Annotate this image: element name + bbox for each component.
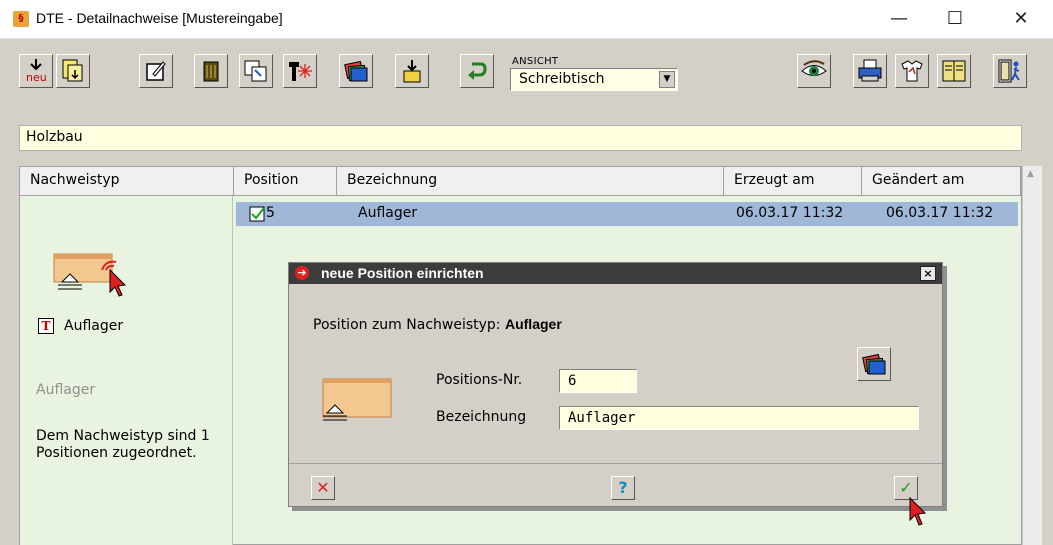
dialog-prompt: Position zum Nachweistyp: Auflager: [313, 316, 562, 333]
import-icon: [62, 59, 83, 82]
import-button[interactable]: [56, 54, 90, 88]
manual-button[interactable]: [937, 54, 971, 88]
window-title: DTE - Detailnachweise [Mustereingabe]: [36, 10, 283, 26]
ansicht-label: ANSICHT: [512, 56, 559, 67]
app-icon: §: [13, 11, 29, 27]
close-window-button[interactable]: ✕: [1010, 8, 1032, 30]
header-position[interactable]: Position: [234, 167, 337, 196]
category-bar[interactable]: Holzbau: [19, 125, 1022, 151]
edit-icon: [146, 61, 166, 81]
header-geaendert[interactable]: Geändert am: [862, 167, 1021, 196]
row-geaendert: 06.03.17 11:32: [886, 205, 994, 221]
delete-button[interactable]: [194, 54, 228, 88]
header-bezeichnung[interactable]: Bezeichnung: [337, 167, 724, 196]
bezeichnung-label: Bezeichnung: [436, 409, 527, 425]
card-stack-icon: [862, 353, 886, 375]
print-button[interactable]: [853, 54, 887, 88]
exit-icon: [998, 59, 1020, 83]
checked-document-icon: [249, 206, 265, 222]
auflager-icon: [322, 378, 392, 421]
hammer-icon: [289, 62, 312, 81]
exit-button[interactable]: [993, 54, 1027, 88]
export-icon: [403, 60, 421, 83]
dialog-close-button[interactable]: ×: [920, 266, 936, 281]
arrow-right-icon: ➔: [295, 266, 309, 280]
type-label: Auflager: [64, 318, 124, 334]
row-erzeugt: 06.03.17 11:32: [736, 205, 844, 221]
vertical-scrollbar[interactable]: ▲: [1022, 166, 1042, 545]
edit-button[interactable]: [139, 54, 173, 88]
preview-button[interactable]: [797, 54, 831, 88]
header-erzeugt[interactable]: Erzeugt am: [724, 167, 862, 196]
minimize-button[interactable]: —: [888, 8, 910, 30]
toolbar: neu ANSICHT Schreibtisch ▼: [0, 39, 1053, 109]
scroll-up-icon[interactable]: ▲: [1027, 169, 1034, 179]
copy-button[interactable]: [239, 54, 273, 88]
positions-nr-label: Positions-Nr.: [436, 372, 523, 388]
title-bar: § DTE - Detailnachweise [Mustereingabe] …: [0, 0, 1053, 39]
shirt-icon: [901, 60, 923, 82]
printer-icon: [858, 59, 882, 82]
new-label: neu: [26, 71, 47, 84]
book-icon: [942, 60, 966, 82]
dialog-title: neue Position einrichten: [321, 265, 484, 281]
tools-button[interactable]: [283, 54, 317, 88]
maximize-button[interactable]: ☐: [944, 8, 966, 30]
type-description: Dem Nachweistyp sind 1 Positionen zugeor…: [36, 428, 210, 461]
cards-button[interactable]: [339, 54, 373, 88]
dialog-footer: ✕ ? ✓: [289, 463, 942, 507]
header-nachweistyp[interactable]: Nachweistyp: [20, 167, 234, 196]
auflager-type-icon[interactable]: [44, 248, 134, 300]
dialog-title-bar: ➔ neue Position einrichten ×: [289, 263, 942, 284]
bezeichnung-field[interactable]: Auflager: [559, 406, 919, 430]
type-heading: Auflager: [36, 382, 96, 398]
nachweistyp-panel: T Auflager Auflager Dem Nachweistyp sind…: [20, 196, 233, 545]
info-button[interactable]: [895, 54, 929, 88]
ansicht-select[interactable]: Schreibtisch ▼: [510, 68, 678, 91]
refresh-button[interactable]: [460, 54, 494, 88]
chevron-down-icon[interactable]: ▼: [659, 71, 675, 88]
mouse-cursor-icon: [909, 496, 927, 526]
new-position-dialog: ➔ neue Position einrichten × Position zu…: [288, 262, 943, 507]
dialog-prompt-value: Auflager: [504, 316, 562, 332]
cards-button[interactable]: [857, 347, 891, 381]
ansicht-value: Schreibtisch: [519, 71, 605, 87]
cancel-button[interactable]: ✕: [311, 476, 335, 500]
delete-icon: [203, 61, 219, 82]
row-bezeichnung: Auflager: [358, 205, 418, 221]
category-label: Holzbau: [26, 129, 83, 145]
export-button[interactable]: [395, 54, 429, 88]
new-button[interactable]: neu: [19, 54, 53, 88]
text-type-icon: T: [38, 318, 54, 334]
eye-icon: [801, 60, 827, 76]
positions-nr-field[interactable]: 6: [559, 369, 637, 393]
refresh-icon: [468, 62, 487, 80]
copy-icon: [244, 60, 267, 82]
help-button[interactable]: ?: [611, 476, 635, 500]
card-stack-icon: [344, 60, 368, 82]
row-position: 5: [266, 205, 275, 221]
